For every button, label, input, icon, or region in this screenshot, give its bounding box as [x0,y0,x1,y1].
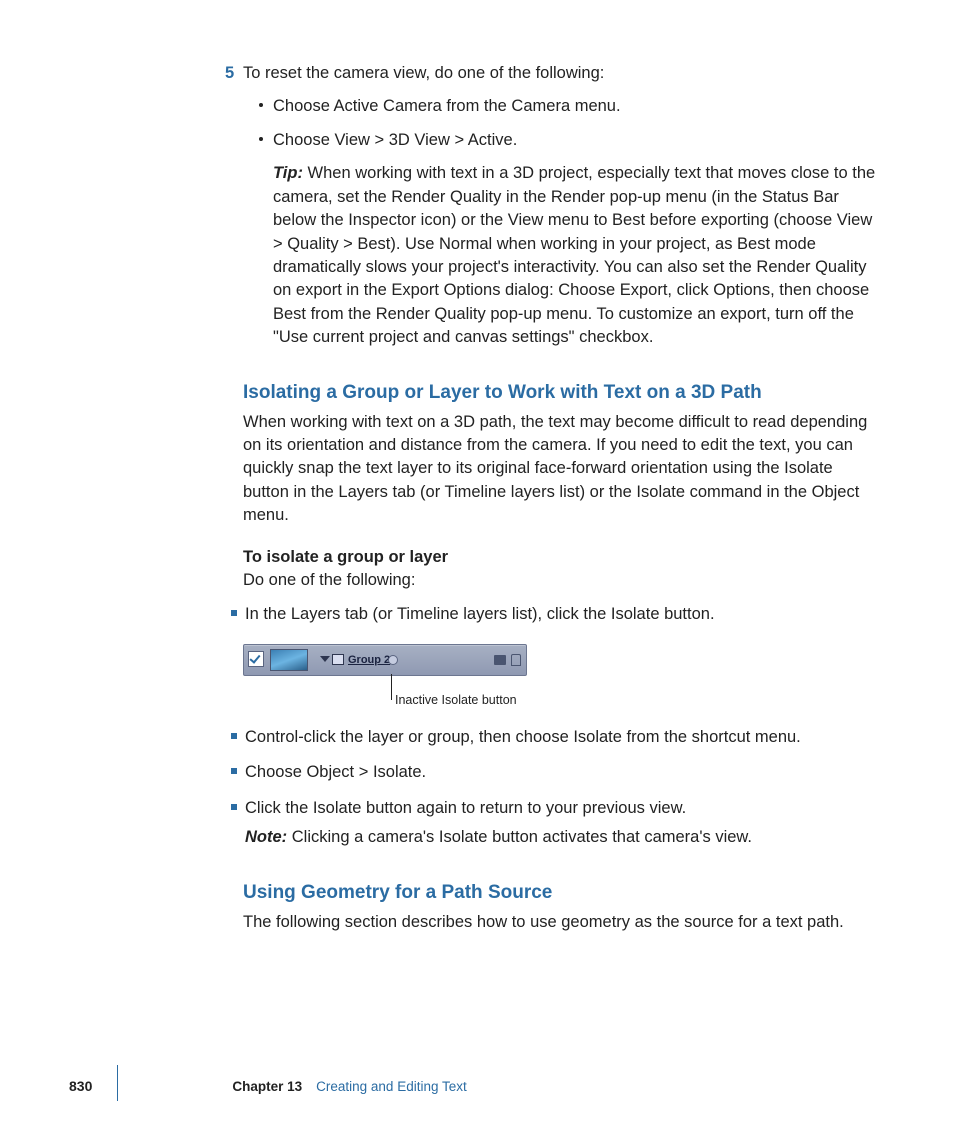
isolate-button-icon [388,655,398,665]
list-item-text: Click the Isolate button again to return… [245,799,686,817]
list-item-text: Control-click the layer or group, then c… [245,728,801,746]
list-item: Control-click the layer or group, then c… [231,726,879,749]
disclosure-triangle-icon [320,656,330,662]
square-bullet-icon [231,733,237,739]
checkbox-icon [248,651,264,667]
lead-isolate: To isolate a group or layer [243,546,879,569]
do-one: Do one of the following: [243,569,879,592]
section2-para: The following section describes how to u… [243,911,879,934]
bullet-dot-icon [259,137,263,141]
sub-bullet-text: Choose Active Camera from the Camera men… [273,97,621,115]
step-number: 5 [225,62,234,85]
figure-isolate: Group 2 Inactive Isolate button [243,644,879,714]
tip-label: Tip: [273,164,303,182]
sub-bullet-text: Choose View > 3D View > Active. [273,131,517,149]
callout-label: Inactive Isolate button [395,692,517,710]
page: 5 To reset the camera view, do one of th… [0,0,954,1145]
square-bullet-icon [231,804,237,810]
bullet-dot-icon [259,103,263,107]
note-label: Note: [245,828,287,846]
layer-name: Group 2 [348,653,390,669]
page-number: 830 [69,1077,92,1097]
section1-para: When working with text on a 3D path, the… [243,411,879,528]
chapter-label: Chapter 13 [232,1077,302,1096]
square-list-a: In the Layers tab (or Timeline layers li… [231,603,879,626]
step-text: To reset the camera view, do one of the … [243,62,879,85]
layer-thumbnail-icon [270,649,308,671]
callout-line [391,674,392,700]
list-item: Click the Isolate button again to return… [231,797,879,850]
layer-bar: Group 2 [243,644,527,676]
note-line: Note: Clicking a camera's Isolate button… [245,826,879,849]
step-5: 5 To reset the camera view, do one of th… [243,62,879,350]
square-list-b: Control-click the layer or group, then c… [231,726,879,850]
tip-text: When working with text in a 3D project, … [273,164,875,346]
figure-box: Group 2 Inactive Isolate button [243,644,879,714]
footer-rule [117,1065,118,1101]
sub-bullet-item: Choose Active Camera from the Camera men… [259,95,879,118]
square-bullet-icon [231,768,237,774]
list-item-text: In the Layers tab (or Timeline layers li… [245,605,715,623]
sub-bullet-item: Choose View > 3D View > Active. [259,129,879,152]
right-icon-1 [494,655,506,665]
tip-block: Tip: When working with text in a 3D proj… [273,162,879,349]
page-footer: 830 Chapter 13 Creating and Editing Text [69,1077,889,1097]
sub-bullet-list: Choose Active Camera from the Camera men… [259,95,879,152]
content-area: 5 To reset the camera view, do one of th… [243,62,879,944]
square-bullet-icon [231,610,237,616]
chapter-title: Creating and Editing Text [316,1077,467,1096]
lock-icon [511,654,521,666]
group-icon [332,654,344,665]
list-item: In the Layers tab (or Timeline layers li… [231,603,879,626]
heading-isolating: Isolating a Group or Layer to Work with … [243,380,879,407]
note-text: Clicking a camera's Isolate button activ… [287,828,752,846]
list-item: Choose Object > Isolate. [231,761,879,784]
list-item-text: Choose Object > Isolate. [245,763,426,781]
heading-geometry: Using Geometry for a Path Source [243,880,879,907]
